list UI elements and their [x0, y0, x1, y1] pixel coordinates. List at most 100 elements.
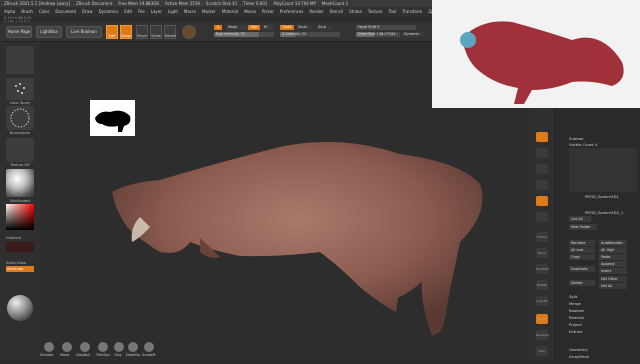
solo-button[interactable]: Solo — [536, 346, 548, 356]
menu-item[interactable]: Stencil — [330, 9, 344, 14]
menu-item[interactable]: Material — [222, 9, 238, 14]
menu-item[interactable]: Tool — [389, 9, 397, 14]
del-all-button[interactable]: Del All — [599, 283, 627, 289]
mrgb-toggle[interactable]: Mrgb — [226, 25, 248, 30]
material-sphere-icon[interactable] — [6, 169, 34, 197]
menu-item[interactable]: Dynamics — [99, 9, 119, 14]
menu-item[interactable]: File — [138, 9, 145, 14]
rotate-button[interactable]: Rotate — [164, 25, 176, 39]
z-intensity-slider[interactable]: Z Intensity 25 — [280, 32, 340, 37]
color-swatch[interactable] — [6, 242, 34, 252]
stroke-icon[interactable] — [6, 78, 34, 100]
lightbox-button[interactable]: LightBox — [36, 26, 62, 38]
current-brush-icon[interactable] — [6, 46, 34, 74]
bpr-button[interactable] — [536, 132, 548, 142]
line-fill-button[interactable]: Line Fill — [536, 296, 548, 306]
duplicate-button[interactable]: Duplicate — [569, 266, 595, 272]
spix-button[interactable] — [536, 148, 548, 158]
split-menu[interactable]: Split — [569, 294, 577, 299]
rotate-view-button[interactable]: Rotate — [536, 280, 548, 290]
transp-button[interactable]: Transp — [536, 314, 548, 324]
aahalf-button[interactable] — [536, 212, 548, 222]
menu-item[interactable]: Macro — [184, 9, 196, 14]
dynamic-button[interactable]: Dynamic — [402, 32, 424, 37]
menu-item[interactable]: Brush — [21, 9, 33, 14]
material-sphere-icon[interactable] — [182, 25, 196, 39]
move-brush-icon[interactable] — [62, 342, 72, 352]
matcap-sphere-icon[interactable] — [7, 295, 33, 321]
zcut-toggle[interactable]: Zcut — [316, 25, 332, 30]
all-low-button[interactable]: All Low — [569, 247, 595, 253]
actual-button[interactable] — [536, 196, 548, 206]
menu-item[interactable]: Picker — [262, 9, 274, 14]
arraymesh-menu[interactable]: ArrayMesh — [569, 354, 589, 359]
zoom3d-button[interactable]: Zoom3D — [536, 264, 549, 274]
move-button[interactable]: Move — [136, 25, 148, 39]
live-boolean-button[interactable]: Live Boolean — [66, 26, 102, 38]
delete-button[interactable]: Delete — [569, 280, 595, 286]
project-menu[interactable]: Project — [569, 322, 582, 327]
clay-brush-icon[interactable] — [114, 342, 124, 352]
m-toggle[interactable]: M — [262, 25, 274, 30]
menu-item[interactable]: Texture — [368, 9, 383, 14]
title-bar-item[interactable]: Active Mem 5539 — [165, 1, 200, 6]
subtool-item[interactable]: PM3D_Sphere3D2_1 — [585, 210, 623, 215]
standard-brush-icon[interactable] — [44, 342, 54, 352]
remesh-menu[interactable]: Remesh — [569, 315, 584, 320]
zsub-toggle[interactable]: Zsub — [296, 25, 312, 30]
rgb-intensity-slider[interactable]: Rgb Intensity 75 — [214, 32, 274, 37]
snakehook-brush-icon[interactable] — [144, 342, 154, 352]
extract-menu[interactable]: Extract — [569, 329, 583, 334]
menu-item[interactable]: Document — [55, 9, 76, 14]
title-bar-item[interactable]: ZBrush Document — [76, 1, 112, 6]
alpha-thumb-icon[interactable] — [6, 106, 34, 130]
damstandard-brush-icon[interactable] — [128, 342, 138, 352]
scale-button[interactable]: Scale — [150, 25, 162, 39]
all-high-button[interactable]: All High — [599, 247, 627, 253]
title-bar-item[interactable]: ZBrush 2021.5.1 [Andrew Lowry] — [4, 1, 70, 6]
auto-reorder-button[interactable]: AutoReorder — [599, 240, 627, 246]
title-bar-item[interactable]: PolyCount 10.704 MP — [273, 1, 315, 6]
texture-thumb-icon[interactable] — [6, 138, 34, 162]
list-all-button[interactable]: List All — [569, 216, 591, 222]
menu-item[interactable]: Preferences — [280, 9, 304, 14]
del-other-button[interactable]: Del Other — [599, 276, 627, 282]
zadd-toggle[interactable]: Zadd — [280, 25, 294, 30]
menu-item[interactable]: Transform — [402, 9, 422, 14]
claybuildup-brush-icon[interactable] — [80, 342, 90, 352]
menu-item[interactable]: Draw — [82, 9, 92, 14]
title-bar-item[interactable]: Timer 0.001 — [243, 1, 267, 6]
dynamic-view-button[interactable]: Dynamic — [536, 330, 549, 340]
color-picker[interactable] — [6, 204, 34, 230]
copy-button[interactable]: Copy — [569, 254, 595, 260]
title-bar-item[interactable]: Free Mem 19.883GB — [118, 1, 159, 6]
zoom-button[interactable] — [536, 180, 548, 190]
subtool-header[interactable]: Subtool — [569, 136, 583, 141]
rename-button[interactable]: Rename — [569, 240, 595, 246]
edit-button[interactable]: Edit — [106, 25, 118, 39]
title-bar-item[interactable]: MeshCount 1 — [322, 1, 348, 6]
scroll-button[interactable] — [536, 164, 548, 174]
append-button[interactable]: Append — [599, 261, 627, 267]
focal-shift-slider[interactable]: Focal Shift 0 — [356, 25, 416, 30]
alternate-button[interactable]: Alternate — [6, 266, 34, 272]
insert-button[interactable]: Insert — [599, 268, 627, 274]
draw-button[interactable]: Draw — [120, 25, 132, 39]
menu-item[interactable]: Marker — [202, 9, 216, 14]
rgb-toggle[interactable]: Rgb — [248, 25, 260, 30]
home-page-button[interactable]: Home Page — [6, 26, 32, 38]
subtool-item[interactable]: PM3D_Sphere3D1 — [585, 194, 619, 199]
trimdynamic-brush-icon[interactable] — [98, 342, 108, 352]
menu-item[interactable]: Edit — [124, 9, 132, 14]
a-toggle[interactable]: A — [214, 25, 222, 30]
title-bar-item[interactable]: Scratch Disk 41 — [206, 1, 237, 6]
menu-item[interactable]: Color — [39, 9, 49, 14]
menu-item[interactable]: Alpha — [4, 9, 15, 14]
menu-item[interactable]: Movie — [244, 9, 256, 14]
frame-button[interactable]: Frame — [536, 232, 548, 242]
draw-size-slider[interactable]: Draw Size 146.27344 — [356, 32, 400, 37]
boolean-menu[interactable]: Boolean — [569, 308, 584, 313]
subtool-list[interactable] — [569, 148, 637, 192]
merge-menu[interactable]: Merge — [569, 301, 581, 306]
new-folder-button[interactable]: New Folder — [569, 224, 597, 230]
